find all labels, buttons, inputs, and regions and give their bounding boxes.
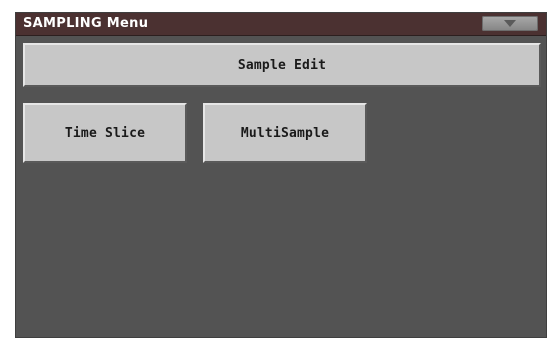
sample-edit-button[interactable]: Sample Edit	[23, 43, 541, 87]
page-title: SAMPLING Menu	[23, 16, 149, 31]
title-bar: SAMPLING Menu	[16, 13, 546, 36]
sampling-menu-screen: SAMPLING Menu Sample Edit Time Slice Mul…	[15, 12, 547, 338]
page-menu-button[interactable]	[482, 16, 538, 31]
time-slice-button[interactable]: Time Slice	[23, 103, 187, 163]
multisample-button[interactable]: MultiSample	[203, 103, 367, 163]
triangle-down-icon	[504, 20, 516, 27]
